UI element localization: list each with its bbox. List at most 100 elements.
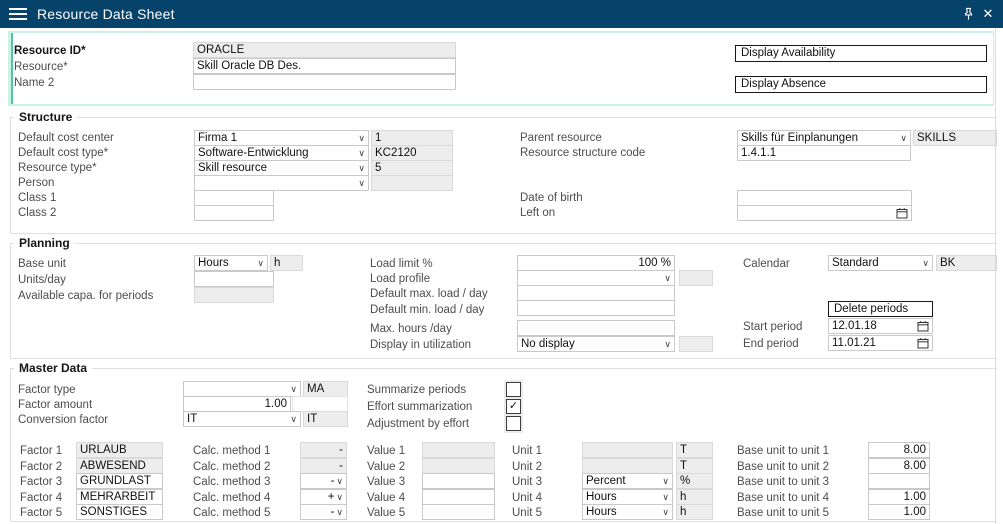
- units-day-label: Units/day: [18, 273, 66, 288]
- base-unit-to-unit-input[interactable]: 1.00: [868, 489, 930, 505]
- resource-id-field: ORACLE: [193, 42, 456, 58]
- calc-method-label: Calc. method 4: [193, 491, 270, 506]
- factor-input[interactable]: MEHRARBEIT: [76, 489, 163, 505]
- resource-type-select[interactable]: Skill resource∨: [194, 160, 369, 176]
- planning-legend: Planning: [14, 236, 75, 250]
- delete-periods-button[interactable]: Delete periods: [828, 301, 933, 317]
- chevron-down-icon: ∨: [336, 474, 343, 488]
- unit-code: %: [676, 473, 713, 489]
- structure-top-border: [10, 117, 997, 118]
- unit-select[interactable]: Hours∨: [582, 504, 673, 520]
- base-unit-to-unit-input[interactable]: 8.00: [868, 458, 930, 474]
- resource-structure-code-input[interactable]: 1.4.1.1: [737, 145, 911, 161]
- active-section-accent: [11, 33, 13, 104]
- factor-type-label: Factor type: [18, 383, 76, 398]
- selected-value: Skills für Einplanungen: [741, 131, 898, 145]
- base-unit-select[interactable]: Hours∨: [194, 255, 268, 271]
- chevron-down-icon: ∨: [664, 337, 671, 351]
- default-max-load-input[interactable]: [517, 285, 675, 301]
- default-cost-type-select[interactable]: Software-Entwicklung∨: [194, 145, 369, 161]
- structure-bottom-border: [10, 233, 997, 234]
- left-on-label: Left on: [520, 206, 555, 221]
- max-hours-day-input[interactable]: [517, 320, 675, 336]
- factor-type-select[interactable]: ∨: [183, 381, 301, 397]
- date-of-birth-input[interactable]: [737, 190, 912, 206]
- structure-left-border: [10, 117, 11, 233]
- factor-label: Factor 5: [20, 506, 62, 521]
- unit-label: Unit 1: [512, 444, 542, 459]
- default-cost-center-select[interactable]: Firma 1∨: [194, 130, 369, 146]
- end-period-input[interactable]: 11.01.21: [828, 335, 933, 351]
- close-icon[interactable]: ✕: [979, 5, 997, 23]
- load-limit-input[interactable]: 100 %: [517, 255, 675, 271]
- resource-name-input[interactable]: Skill Oracle DB Des.: [193, 58, 456, 74]
- calc-method-select[interactable]: +∨: [300, 489, 347, 505]
- person-code: [371, 175, 453, 191]
- base-unit-to-unit-input[interactable]: 1.00: [868, 504, 930, 520]
- default-cost-type-label: Default cost type*: [18, 146, 108, 161]
- class2-input[interactable]: [194, 205, 274, 221]
- unit-select[interactable]: Percent∨: [582, 473, 673, 489]
- calendar-icon[interactable]: [917, 337, 929, 349]
- factor-amount-label: Factor amount: [18, 398, 92, 413]
- resource-id-label: Resource ID*: [14, 44, 86, 59]
- planning-bottom-border: [10, 358, 997, 359]
- display-availability-button[interactable]: Display Availability: [735, 45, 987, 62]
- load-profile-select[interactable]: ∨: [517, 270, 675, 286]
- value-label: Value 2: [367, 460, 405, 475]
- selected-value: -: [304, 505, 334, 519]
- factor-input[interactable]: GRUNDLAST: [76, 473, 163, 489]
- base-unit-to-unit-input[interactable]: 8.00: [868, 442, 930, 458]
- conversion-factor-select[interactable]: IT∨: [183, 411, 301, 427]
- selected-value: Standard: [832, 256, 920, 270]
- base-unit-to-unit-label: Base unit to unit 4: [737, 491, 829, 506]
- class1-input[interactable]: [194, 190, 274, 206]
- factor-amount-input[interactable]: 1.00: [183, 396, 291, 412]
- calc-method-select[interactable]: -∨: [300, 473, 347, 489]
- display-absence-button[interactable]: Display Absence: [735, 76, 987, 93]
- chevron-down-icon: ∨: [662, 474, 669, 488]
- display-in-utilization-select[interactable]: No display∨: [517, 336, 675, 352]
- selected-value: Skill resource: [198, 161, 356, 175]
- adjustment-by-effort-label: Adjustment by effort: [367, 417, 469, 432]
- base-unit-to-unit-label: Base unit to unit 3: [737, 475, 829, 490]
- default-cost-type-code: KC2120: [371, 145, 453, 161]
- parent-resource-select[interactable]: Skills für Einplanungen∨: [737, 130, 911, 146]
- chevron-down-icon: ∨: [257, 256, 264, 270]
- start-period-input[interactable]: 12.01.18: [828, 318, 933, 334]
- base-unit-code: h: [270, 255, 303, 271]
- calc-method-label: Calc. method 5: [193, 506, 270, 521]
- close-glyph: ✕: [983, 5, 994, 23]
- resource-structure-code-label: Resource structure code: [520, 146, 645, 161]
- selected-value: -: [304, 474, 334, 488]
- unit-select[interactable]: Hours∨: [582, 489, 673, 505]
- base-unit-to-unit-input[interactable]: [868, 473, 930, 489]
- default-cost-center-label: Default cost center: [18, 131, 114, 146]
- factor-label: Factor 2: [20, 460, 62, 475]
- units-day-input[interactable]: [194, 271, 274, 287]
- pin-icon[interactable]: [959, 5, 977, 23]
- adjustment-by-effort-checkbox[interactable]: [506, 416, 521, 431]
- available-capa-field: [194, 287, 274, 303]
- master-left-border: [10, 368, 11, 521]
- calendar-select[interactable]: Standard∨: [828, 255, 933, 271]
- hamburger-menu-icon[interactable]: [9, 8, 27, 20]
- calc-method-select[interactable]: -∨: [300, 504, 347, 520]
- unit-code: h: [676, 489, 713, 505]
- summarize-periods-checkbox[interactable]: [506, 382, 521, 397]
- default-min-load-input[interactable]: [517, 300, 675, 316]
- left-on-input[interactable]: [737, 205, 912, 221]
- value-input[interactable]: [422, 473, 495, 489]
- selected-value: Firma 1: [198, 131, 356, 145]
- value-input[interactable]: [422, 504, 495, 520]
- calendar-icon[interactable]: [917, 320, 929, 332]
- calendar-icon[interactable]: [896, 207, 908, 219]
- name2-input[interactable]: [193, 74, 456, 90]
- person-select[interactable]: ∨: [194, 175, 369, 191]
- panel-right-border: [995, 28, 996, 524]
- value-input[interactable]: [422, 489, 495, 505]
- factor-input[interactable]: SONSTIGES: [76, 504, 163, 520]
- chevron-down-icon: ∨: [922, 256, 929, 270]
- person-label: Person: [18, 176, 54, 191]
- effort-summarization-checkbox[interactable]: ✓: [506, 399, 521, 414]
